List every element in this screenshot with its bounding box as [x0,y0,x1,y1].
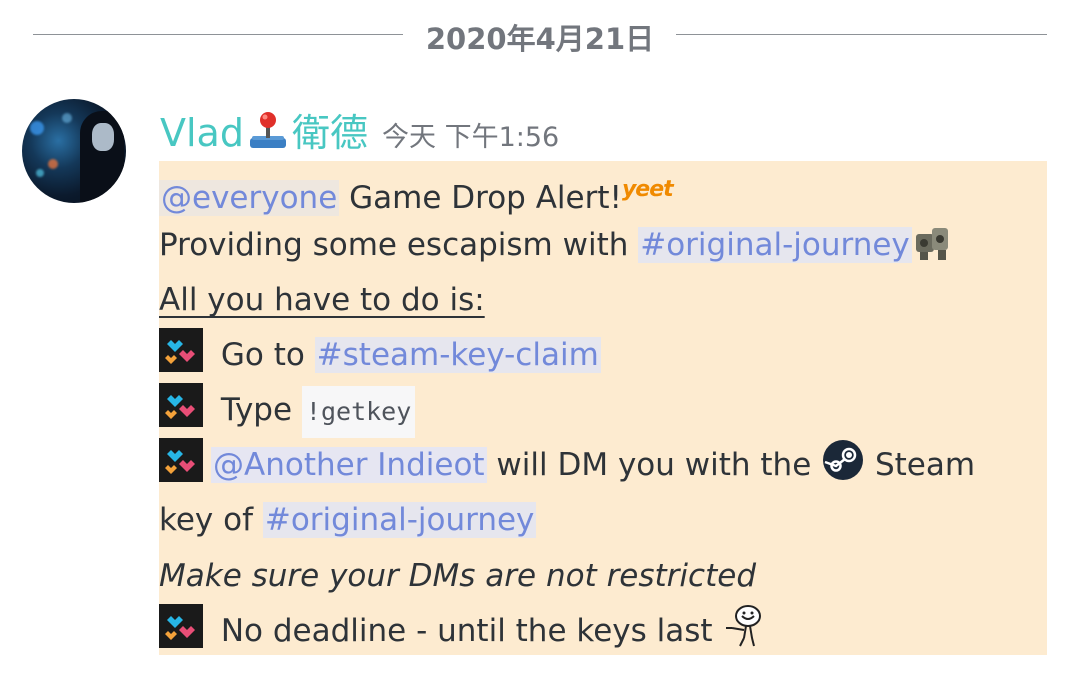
divider-line-left [33,34,403,35]
line-4: Go to #steam-key-claim [159,328,601,382]
line-5-text: Type [211,392,302,428]
hearts-emoji [159,328,203,372]
steam-icon [821,438,865,482]
robot-emoji [912,222,954,279]
user-mention[interactable]: @Another Indieot [211,447,487,483]
username[interactable]: Vlad 衛德 [160,111,368,155]
message-body: @everyone Game Drop Alert!yeet Providing… [159,161,1047,655]
channel-mention-original-journey[interactable]: #original-journey [262,502,537,538]
line-6: @Another Indieot will DM you with the St… [159,438,975,492]
channel-mention-original-journey[interactable]: #original-journey [638,227,912,263]
hearts-emoji [159,383,203,427]
line-6-text: will DM you with the [486,447,822,483]
hearts-emoji [159,438,203,482]
line-2: Providing some escapism with #original-j… [159,218,954,279]
line-5: Type !getkey [159,383,416,438]
inline-code: !getkey [301,386,416,438]
hearts-emoji [159,604,203,648]
line-2-text: Providing some escapism with [159,227,639,263]
line-7: key of #original-journey [159,493,537,547]
joystick-icon [246,110,290,150]
message-header: Vlad 衛德 今天 下午1:56 [160,102,559,156]
line-9: No deadline - until the keys last [159,604,766,665]
line-9-text: No deadline - until the keys last [211,613,723,649]
line-7-text: key of [159,502,263,538]
divider-date: 2020年4月21日 [425,22,655,56]
channel-mention-steam-key-claim[interactable]: #steam-key-claim [314,337,601,373]
line-6-text2: Steam [865,447,976,483]
line-4-text: Go to [211,337,315,373]
everyone-mention[interactable]: @everyone [159,180,340,216]
avatar[interactable] [22,99,126,203]
yeet-emoji: yeet [621,177,674,202]
date-divider: 2020年4月21日 [0,0,1080,70]
line-1-text: Game Drop Alert! [339,180,622,216]
divider-line-right [676,34,1047,35]
line-1: @everyone Game Drop Alert!yeet [159,163,674,225]
meme-guy-emoji [722,604,766,665]
line-3: All you have to do is: [159,282,485,318]
timestamp: 今天 下午1:56 [381,122,560,153]
line-8: Make sure your DMs are not restricted [159,558,756,594]
